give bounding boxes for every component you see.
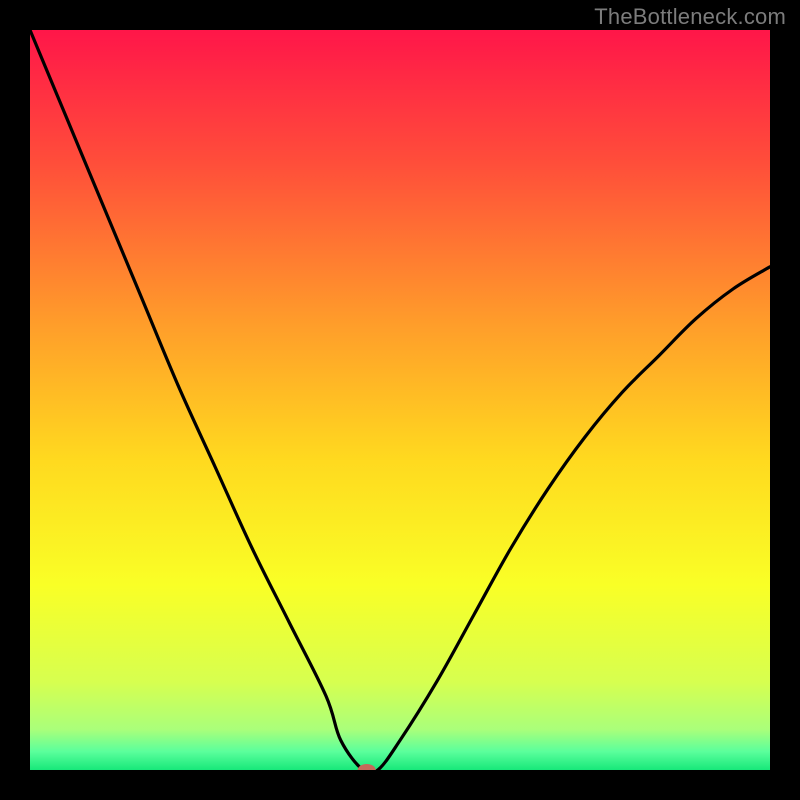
chart-svg [30,30,770,770]
watermark-text: TheBottleneck.com [594,4,786,30]
gradient-background [30,30,770,770]
plot-area [30,30,770,770]
chart-container: TheBottleneck.com [0,0,800,800]
